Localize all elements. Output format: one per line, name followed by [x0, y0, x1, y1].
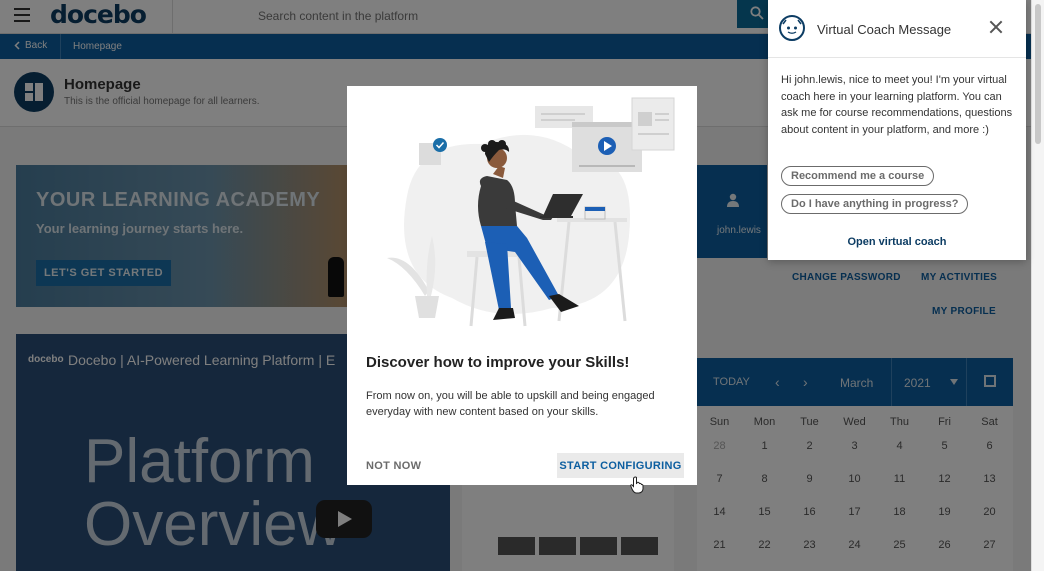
page-scrollbar[interactable] [1031, 0, 1044, 571]
coach-avatar-icon [779, 15, 805, 41]
virtual-coach-panel: Virtual Coach Message Hi john.lewis, nic… [768, 0, 1026, 260]
coach-title: Virtual Coach Message [817, 22, 952, 37]
modal-title: Discover how to improve your Skills! [366, 354, 630, 371]
close-icon[interactable] [989, 20, 1003, 34]
recommend-course-chip[interactable]: Recommend me a course [781, 166, 935, 186]
person-at-laptop-illustration [387, 97, 675, 327]
in-progress-chip[interactable]: Do I have anything in progress? [781, 194, 969, 214]
open-virtual-coach-link[interactable]: Open virtual coach [768, 236, 1026, 248]
start-configuring-button[interactable]: START CONFIGURING [557, 453, 684, 478]
modal-description: From now on, you will be able to upskill… [366, 390, 655, 418]
scrollbar-thumb[interactable] [1035, 4, 1041, 144]
coach-header: Virtual Coach Message [768, 0, 1026, 58]
skills-modal: Discover how to improve your Skills! Fro… [347, 86, 697, 485]
coach-message: Hi john.lewis, nice to meet you! I'm you… [781, 74, 1013, 136]
not-now-button[interactable]: NOT NOW [366, 458, 421, 474]
hand-cursor-icon [630, 476, 644, 494]
